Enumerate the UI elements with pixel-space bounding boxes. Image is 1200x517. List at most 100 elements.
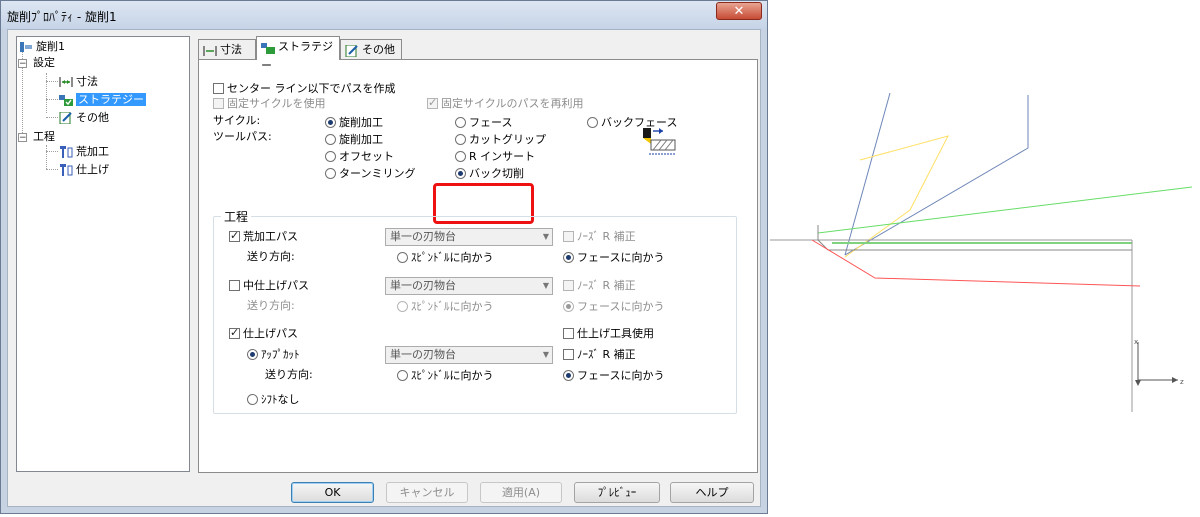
- rough-feed-dir-label: 送り方向:: [247, 250, 295, 263]
- strategy-icon: [59, 94, 73, 106]
- tab-strategy[interactable]: ストラテジー: [256, 36, 340, 72]
- rough-nose-r-option[interactable]: ﾉｰｽﾞ R 補正: [563, 230, 636, 244]
- semi-finish-option[interactable]: 中仕上げパス: [229, 279, 309, 293]
- preview-button[interactable]: ﾌﾟﾚﾋﾞｭｰ: [574, 482, 660, 503]
- apply-button[interactable]: 適用(A): [480, 482, 562, 503]
- rough-spindle-radio[interactable]: ｽﾋﾟﾝﾄﾞﾙに向かう: [397, 251, 494, 265]
- rough-face-radio[interactable]: フェースに向かう: [563, 251, 664, 265]
- semi-nose-r-option[interactable]: ﾉｰｽﾞ R 補正: [563, 279, 636, 293]
- ok-button[interactable]: OK: [291, 482, 374, 503]
- finish-nose-r-option[interactable]: ﾉｰｽﾞ R 補正: [563, 348, 636, 362]
- tool-icon: [59, 146, 73, 158]
- centerline-option[interactable]: センター ライン以下でパスを作成: [213, 82, 396, 96]
- toolpath-offset-radio[interactable]: オフセット: [325, 150, 394, 164]
- rough-turret-select[interactable]: 単一の刃物台 ▼: [385, 228, 553, 246]
- reuse-fixed-cycle-checkbox[interactable]: [427, 96, 438, 110]
- fixed-cycle-checkbox[interactable]: [213, 98, 224, 109]
- green-path: [817, 186, 1193, 234]
- toolpath-r-insert-radio[interactable]: R インサート: [455, 150, 535, 164]
- tree-item-roughing[interactable]: 荒加工: [59, 144, 109, 160]
- toolpath-back-cut-radio[interactable]: バック切削: [455, 167, 524, 181]
- process-group-title: 工程: [221, 208, 252, 225]
- rough-pass-checkbox[interactable]: [229, 229, 240, 243]
- finish-turret-select[interactable]: 単一の刃物台 ▼: [385, 346, 553, 364]
- finish-tool-checkbox[interactable]: [563, 328, 574, 339]
- notepad-icon: [59, 111, 73, 125]
- collapse-icon[interactable]: −: [18, 59, 27, 69]
- toolpath-turnmilling-radio[interactable]: ターンミリング: [325, 167, 415, 181]
- semi-turret-select[interactable]: 単一の刃物台 ▼: [385, 277, 553, 295]
- dropdown-arrow-icon: ▼: [542, 232, 549, 241]
- semi-face-radio[interactable]: フェースに向かう: [563, 300, 664, 314]
- tree-item-finishing[interactable]: 仕上げ: [59, 162, 109, 178]
- settings-tree: 旋削1 − 設定 寸法 ストラテジー その他 − 工程 荒加工 仕上げ: [16, 36, 190, 472]
- strategy-icon: [261, 41, 275, 54]
- tree-item-process[interactable]: 工程: [33, 129, 55, 145]
- finish-tool-option[interactable]: 仕上げ工具使用: [563, 327, 654, 341]
- tree-line: [46, 169, 58, 170]
- dropdown-arrow-icon: ▼: [542, 350, 549, 359]
- strategy-panel: センター ライン以下でパスを作成 固定サイクルを使用 固定サイクルのパスを再利用…: [198, 59, 758, 473]
- x-axis-arrow: [1135, 380, 1141, 386]
- z-axis-arrow: [1172, 377, 1178, 383]
- dimension-icon: [59, 76, 73, 88]
- dimension-icon: [203, 44, 217, 56]
- rough-toolpath: [844, 135, 949, 258]
- z-axis-label: z: [1180, 378, 1184, 386]
- title-bar[interactable]: 旋削ﾌﾟﾛﾊﾟﾃｨ - 旋削1 ✕: [1, 1, 767, 29]
- close-button[interactable]: ✕: [716, 2, 762, 20]
- cycle-turning-radio[interactable]: 旋削加工: [325, 116, 383, 130]
- tab-other[interactable]: その他: [340, 39, 402, 59]
- tree-line: [46, 73, 47, 113]
- stock-outline: [817, 225, 1132, 251]
- semi-spindle-radio[interactable]: ｽﾋﾟﾝﾄﾞﾙに向かう: [397, 300, 494, 314]
- cancel-button[interactable]: キャンセル: [386, 482, 468, 503]
- finish-face-radio[interactable]: フェースに向かう: [563, 369, 664, 383]
- upcut-radio[interactable]: ｱｯﾌﾟｶｯﾄ: [247, 348, 300, 362]
- window-title: 旋削ﾌﾟﾛﾊﾟﾃｨ - 旋削1: [7, 10, 117, 24]
- tab-dimensions[interactable]: 寸法: [198, 39, 256, 59]
- tree-item-settings[interactable]: 設定: [33, 55, 55, 71]
- dropdown-arrow-icon: ▼: [542, 281, 549, 290]
- back-cut-preview-icon: [641, 126, 677, 158]
- turning-properties-dialog: 旋削ﾌﾟﾛﾊﾟﾃｨ - 旋削1 ✕ 旋削1 − 設定 寸法 ストラテジー その他…: [0, 0, 768, 514]
- turning-icon: [19, 41, 33, 53]
- tree-line: [46, 99, 58, 100]
- finish-spindle-radio[interactable]: ｽﾋﾟﾝﾄﾞﾙに向かう: [397, 369, 494, 383]
- finish-nose-r-checkbox[interactable]: [563, 349, 574, 360]
- collapse-icon[interactable]: −: [18, 133, 27, 143]
- tree-item-root[interactable]: 旋削1: [19, 39, 65, 55]
- x-axis-label: x: [1134, 338, 1138, 346]
- centerline-checkbox[interactable]: [213, 83, 224, 94]
- help-button[interactable]: ヘルプ: [670, 482, 754, 503]
- cycle-face-radio[interactable]: フェース: [455, 116, 512, 130]
- tree-line: [46, 117, 58, 118]
- tree-line: [46, 151, 58, 152]
- toolpath-cutgrip-radio[interactable]: カットグリップ: [455, 133, 546, 147]
- finish-feed-dir-label: 送り方向:: [265, 368, 313, 381]
- tree-item-dimensions[interactable]: 寸法: [59, 74, 98, 90]
- toolpath-drawing: z x: [770, 92, 1193, 412]
- tree-line: [46, 81, 58, 82]
- rough-nose-r-checkbox[interactable]: [563, 231, 574, 242]
- retract-path: [811, 239, 1141, 287]
- notepad-icon: [345, 44, 359, 58]
- tree-item-other[interactable]: その他: [59, 110, 109, 126]
- tree-item-strategy[interactable]: ストラテジー: [59, 92, 146, 108]
- semi-feed-dir-label: 送り方向:: [247, 299, 295, 312]
- finish-pass-checkbox[interactable]: [229, 326, 240, 340]
- reuse-fixed-cycle-option[interactable]: 固定サイクルのパスを再利用: [427, 96, 583, 111]
- toolpath-turning-radio[interactable]: 旋削加工: [325, 133, 383, 147]
- fixed-cycle-option[interactable]: 固定サイクルを使用: [213, 97, 325, 111]
- no-shift-radio[interactable]: ｼﾌﾄなし: [247, 393, 300, 407]
- dialog-client: 旋削1 − 設定 寸法 ストラテジー その他 − 工程 荒加工 仕上げ 寸法 ス…: [7, 29, 761, 507]
- semi-finish-checkbox[interactable]: [229, 280, 240, 291]
- tree-line: [46, 145, 47, 169]
- tool-line: [844, 92, 891, 256]
- finish-pass-option[interactable]: 仕上げパス: [229, 326, 298, 341]
- cycle-label: サイクル:: [213, 114, 261, 127]
- cad-viewport[interactable]: z x: [770, 0, 1200, 514]
- rough-pass-option[interactable]: 荒加工パス: [229, 229, 298, 244]
- semi-nose-r-checkbox[interactable]: [563, 280, 574, 291]
- tool-icon: [59, 164, 73, 176]
